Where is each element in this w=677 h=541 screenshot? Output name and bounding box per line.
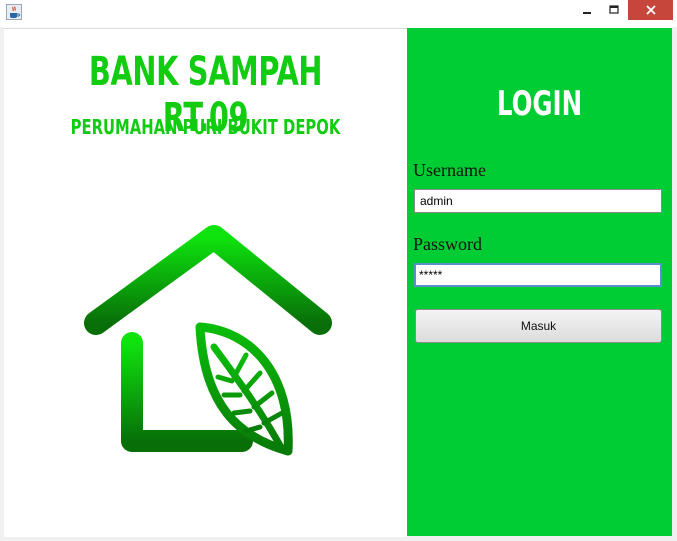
window-titlebar xyxy=(0,0,677,27)
password-label: Password xyxy=(413,234,483,254)
java-cup-icon xyxy=(6,4,22,20)
username-label: Username xyxy=(413,160,486,180)
minimize-icon xyxy=(583,12,591,14)
login-button[interactable]: Masuk xyxy=(415,309,662,343)
window-frame-right xyxy=(672,27,677,541)
minimize-button[interactable] xyxy=(574,0,600,20)
login-heading: LOGIN xyxy=(496,84,583,124)
maximize-button[interactable] xyxy=(601,0,627,20)
password-field[interactable] xyxy=(414,263,662,287)
close-button[interactable] xyxy=(628,0,673,20)
branding-panel: BANK SAMPAH RT.09 PERUMAHAN PURI BUKIT D… xyxy=(4,28,407,537)
app-subtitle: PERUMAHAN PURI BUKIT DEPOK xyxy=(70,115,341,139)
username-field[interactable] xyxy=(414,189,662,213)
login-panel: LOGIN Username Password Masuk xyxy=(407,28,672,536)
house-leaf-logo xyxy=(84,225,332,456)
maximize-icon xyxy=(609,5,619,14)
close-icon xyxy=(645,5,656,15)
